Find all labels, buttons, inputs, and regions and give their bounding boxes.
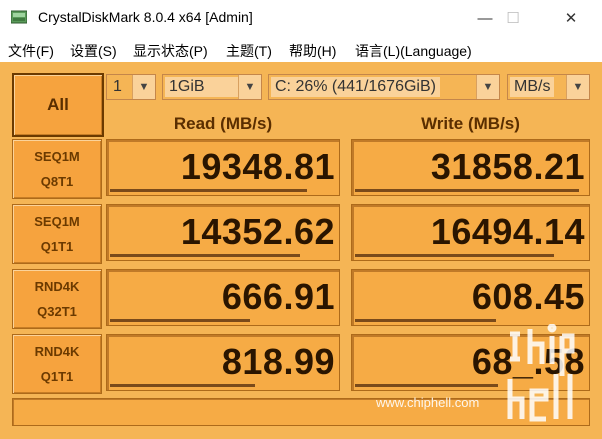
test-count-value: 1 [113,78,122,95]
write-value: 31858.21 [430,146,585,187]
row-label-line1: RND4K [34,279,80,294]
write-progress-bar [355,319,496,322]
close-button[interactable]: ✕ [548,5,594,31]
read-progress-bar [110,189,307,192]
row-label-line1: RND4K [34,344,80,359]
read-column-header: Read (MB/s) [173,114,273,133]
read-value: 14352.62 [180,211,335,252]
write-value: 608.45 [471,276,585,317]
chevron-down-icon: ▼ [238,75,261,99]
row-label-line2: Q8T1 [40,174,74,189]
write-column-header: Write (MB/s) [421,114,520,133]
menu-theme[interactable]: 主题(T) [226,41,272,61]
read-result-cell: 666.91 [106,269,340,326]
chevron-down-icon: ▼ [132,75,155,99]
menu-bar: 文件(F) 设置(S) 显示状态(P) 主题(T) 帮助(H) 语言(L)(La… [0,38,602,62]
write-result-cell: 608.45 [351,269,590,326]
row-label-line1: SEQ1M [34,214,80,229]
write-result-cell: 16494.14 [351,204,590,261]
seq1m-q1t1-button[interactable]: SEQ1M Q1T1 [12,204,102,264]
close-icon: ✕ [564,10,578,27]
seq1m-q8t1-button[interactable]: SEQ1M Q8T1 [12,139,102,199]
read-value: 818.99 [221,341,335,382]
test-size-select[interactable]: 1GiB ▼ [162,74,262,100]
maximize-button[interactable]: ☐ [490,5,536,31]
test-size-value: 1GiB [165,77,241,97]
test-count-select[interactable]: 1 ▼ [106,74,156,100]
drive-value: C: 26% (441/1676GiB) [271,77,440,97]
menu-display-status[interactable]: 显示状态(P) [133,41,208,61]
unit-value: MB/s [510,77,555,97]
watermark-url: www.chiphell.com [376,395,480,410]
window-title: CrystalDiskMark 8.0.4 x64 [Admin] [38,9,253,25]
maximize-icon: ☐ [506,10,520,27]
menu-settings[interactable]: 设置(S) [70,41,117,61]
rnd4k-q32t1-button[interactable]: RND4K Q32T1 [12,269,102,329]
rnd4k-q1t1-button[interactable]: RND4K Q1T1 [12,334,102,394]
write-progress-bar [355,254,554,257]
read-result-cell: 818.99 [106,334,340,391]
crystaldiskmark-app-icon [11,10,27,24]
all-button[interactable]: All [12,73,104,137]
read-progress-bar [110,319,250,322]
row-label-line2: Q32T1 [37,304,77,319]
drive-select[interactable]: C: 26% (441/1676GiB) ▼ [268,74,500,100]
title-bar: CrystalDiskMark 8.0.4 x64 [Admin] — ☐ ✕ [0,0,602,36]
write-value: 16494.14 [430,211,585,252]
menu-file[interactable]: 文件(F) [8,41,54,61]
menu-language[interactable]: 语言(L)(Language) [355,41,472,61]
read-progress-bar [110,254,300,257]
chiphell-watermark-logo [507,324,575,422]
read-progress-bar [110,384,255,387]
write-progress-bar [355,384,498,387]
row-label-line2: Q1T1 [40,369,74,384]
write-result-cell: 31858.21 [351,139,590,196]
write-progress-bar [355,189,579,192]
read-result-cell: 19348.81 [106,139,340,196]
read-value: 19348.81 [180,146,335,187]
row-label-line2: Q1T1 [40,239,74,254]
read-value: 666.91 [221,276,335,317]
chevron-down-icon: ▼ [566,75,589,99]
chevron-down-icon: ▼ [476,75,499,99]
read-result-cell: 14352.62 [106,204,340,261]
row-label-line1: SEQ1M [34,149,80,164]
unit-select[interactable]: MB/s ▼ [507,74,590,100]
menu-help[interactable]: 帮助(H) [289,41,336,61]
